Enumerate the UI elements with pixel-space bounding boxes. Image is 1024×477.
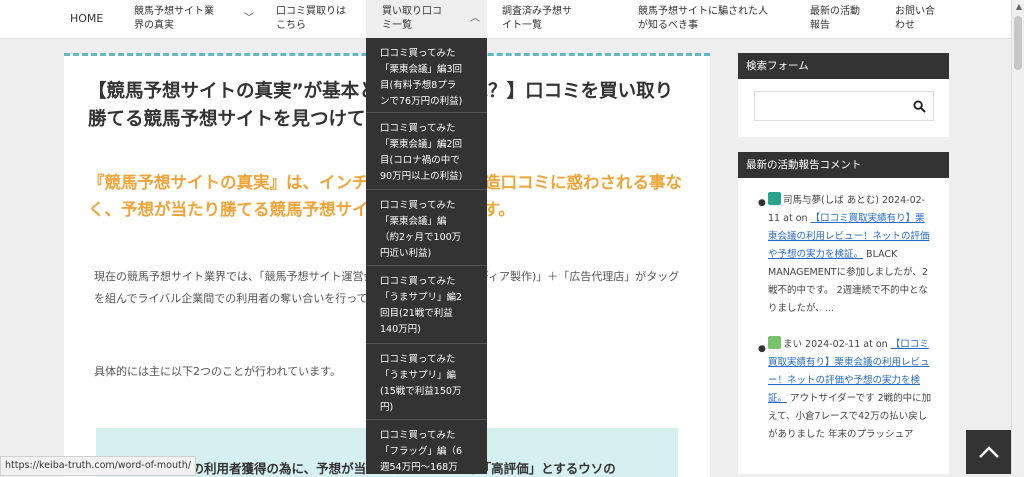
- chevron-down-icon: ﹀: [244, 13, 254, 24]
- comment-on-text: at on: [783, 213, 808, 224]
- avatar: [768, 336, 781, 349]
- dropdown-item[interactable]: 口コミ買ってみた 「うまサプリ」編2 回目(21戦で利益 140万円): [366, 266, 487, 344]
- nav-home[interactable]: HOME: [70, 0, 103, 38]
- dropdown-item-label: 口コミ買ってみた 「栗東会議」編 （約2ヶ月で100万 円近い利益): [380, 200, 462, 259]
- nav-activity-report-label: 最新の活動 報告: [810, 6, 860, 31]
- nav-review-buy-label: 口コミ買取りは こちら: [276, 6, 346, 31]
- dropdown-item[interactable]: 口コミ買ってみた 「フラッグ」編（6 週54万円～168万: [366, 420, 487, 474]
- dropdown-item-label: 口コミ買ってみた 「フラッグ」編（6 週54万円～168万: [380, 430, 463, 473]
- nav-activity-report[interactable]: 最新の活動 報告: [810, 0, 880, 38]
- dropdown-item[interactable]: 口コミ買ってみた 「栗東会議」編3回 目(有料予想8プラ ンで76万円の利益): [366, 38, 487, 113]
- comment-author: まい: [783, 339, 803, 350]
- comment-item: 司馬与夢(しば あとむ) 2024-02-11 at on 【口コミ買取実績有り…: [768, 192, 934, 318]
- comments-widget-title: 最新の活動報告コメント: [738, 152, 949, 178]
- nav-investigated-sites[interactable]: 調査済み予想サ イト一覧: [502, 0, 622, 38]
- nav-scammed-victims[interactable]: 競馬予想サイトに騙された人 が知るべき事: [638, 0, 788, 38]
- dropdown-item-label: 口コミ買ってみた 「栗東会議」編3回 目(有料予想8プラ ンで76万円の利益): [380, 48, 463, 107]
- top-navigation: HOME 競馬予想サイト業 界の真実 ﹀ 口コミ買取りは こちら 買い取り口コ ミ…: [0, 0, 1012, 39]
- comment-excerpt: アウトサイダーです 2戦的中に加えて、小倉7レースで42万の払い戻しがありました…: [768, 393, 932, 440]
- scroll-thumb[interactable]: [1014, 16, 1022, 70]
- nav-contact[interactable]: お問い合 わせ: [895, 0, 955, 38]
- nav-bought-reviews-label: 買い取り口コ ミ一覧: [382, 6, 442, 31]
- dropdown-item[interactable]: 口コミ買ってみた 「栗東会議」編 （約2ヶ月で100万 円近い利益): [366, 190, 487, 266]
- dropdown-item-label: 口コミ買ってみた 「栗東会議」編2回 目(コロナ禍の中で 90万円以上の利益): [380, 123, 463, 182]
- nav-scammed-victims-label: 競馬予想サイトに騙された人 が知るべき事: [638, 6, 768, 31]
- dropdown-item[interactable]: 口コミ買ってみた 「うまサプリ」編 (15戦で利益150万 円): [366, 344, 487, 420]
- nav-home-label: HOME: [70, 12, 104, 25]
- bought-reviews-dropdown: 口コミ買ってみた 「栗東会議」編3回 目(有料予想8プラ ンで76万円の利益) …: [366, 38, 487, 474]
- dropdown-item[interactable]: 口コミ買ってみた 「栗東会議」編2回 目(コロナ禍の中で 90万円以上の利益): [366, 113, 487, 190]
- comment-item: まい 2024-02-11 at on 【口コミ買取実績有り】栗東会議の利用レビ…: [768, 336, 934, 444]
- comment-author: 司馬与夢(しば あとむ): [783, 195, 879, 206]
- dropdown-item-label: 口コミ買ってみた 「うまサプリ」編 (15戦で利益150万 円): [380, 354, 462, 413]
- nav-investigated-sites-label: 調査済み予想サ イト一覧: [502, 6, 572, 31]
- dropdown-item-label: 口コミ買ってみた 「うまサプリ」編2 回目(21戦で利益 140万円): [380, 276, 463, 335]
- scroll-up-arrow-icon[interactable]: ▲: [1016, 2, 1022, 11]
- list-bullet: ●: [758, 198, 766, 208]
- page-scrollbar[interactable]: ▲: [1011, 0, 1024, 474]
- nav-contact-label: お問い合 わせ: [895, 6, 935, 31]
- nav-industry-truth-label: 競馬予想サイト業 界の真実: [134, 6, 214, 31]
- link-status-bar: https://keiba-truth.com/word-of-mouth/: [0, 456, 196, 476]
- comment-on-text: at on: [863, 339, 888, 350]
- chevron-up-icon: [979, 446, 999, 458]
- list-bullet: ●: [758, 344, 766, 354]
- chevron-up-icon: ︿: [470, 13, 480, 24]
- nav-review-buy[interactable]: 口コミ買取りは こちら: [276, 0, 356, 38]
- back-to-top-button[interactable]: [966, 430, 1012, 474]
- nav-industry-truth[interactable]: 競馬予想サイト業 界の真実 ﹀: [134, 0, 262, 38]
- comment-date: 2024-02-11: [805, 339, 861, 350]
- avatar: [768, 192, 781, 205]
- search-widget-title: 検索フォーム: [738, 53, 949, 79]
- nav-bought-reviews[interactable]: 買い取り口コ ミ一覧 ︿: [366, 0, 487, 38]
- search-icon: [912, 99, 926, 113]
- search-button[interactable]: [904, 91, 934, 121]
